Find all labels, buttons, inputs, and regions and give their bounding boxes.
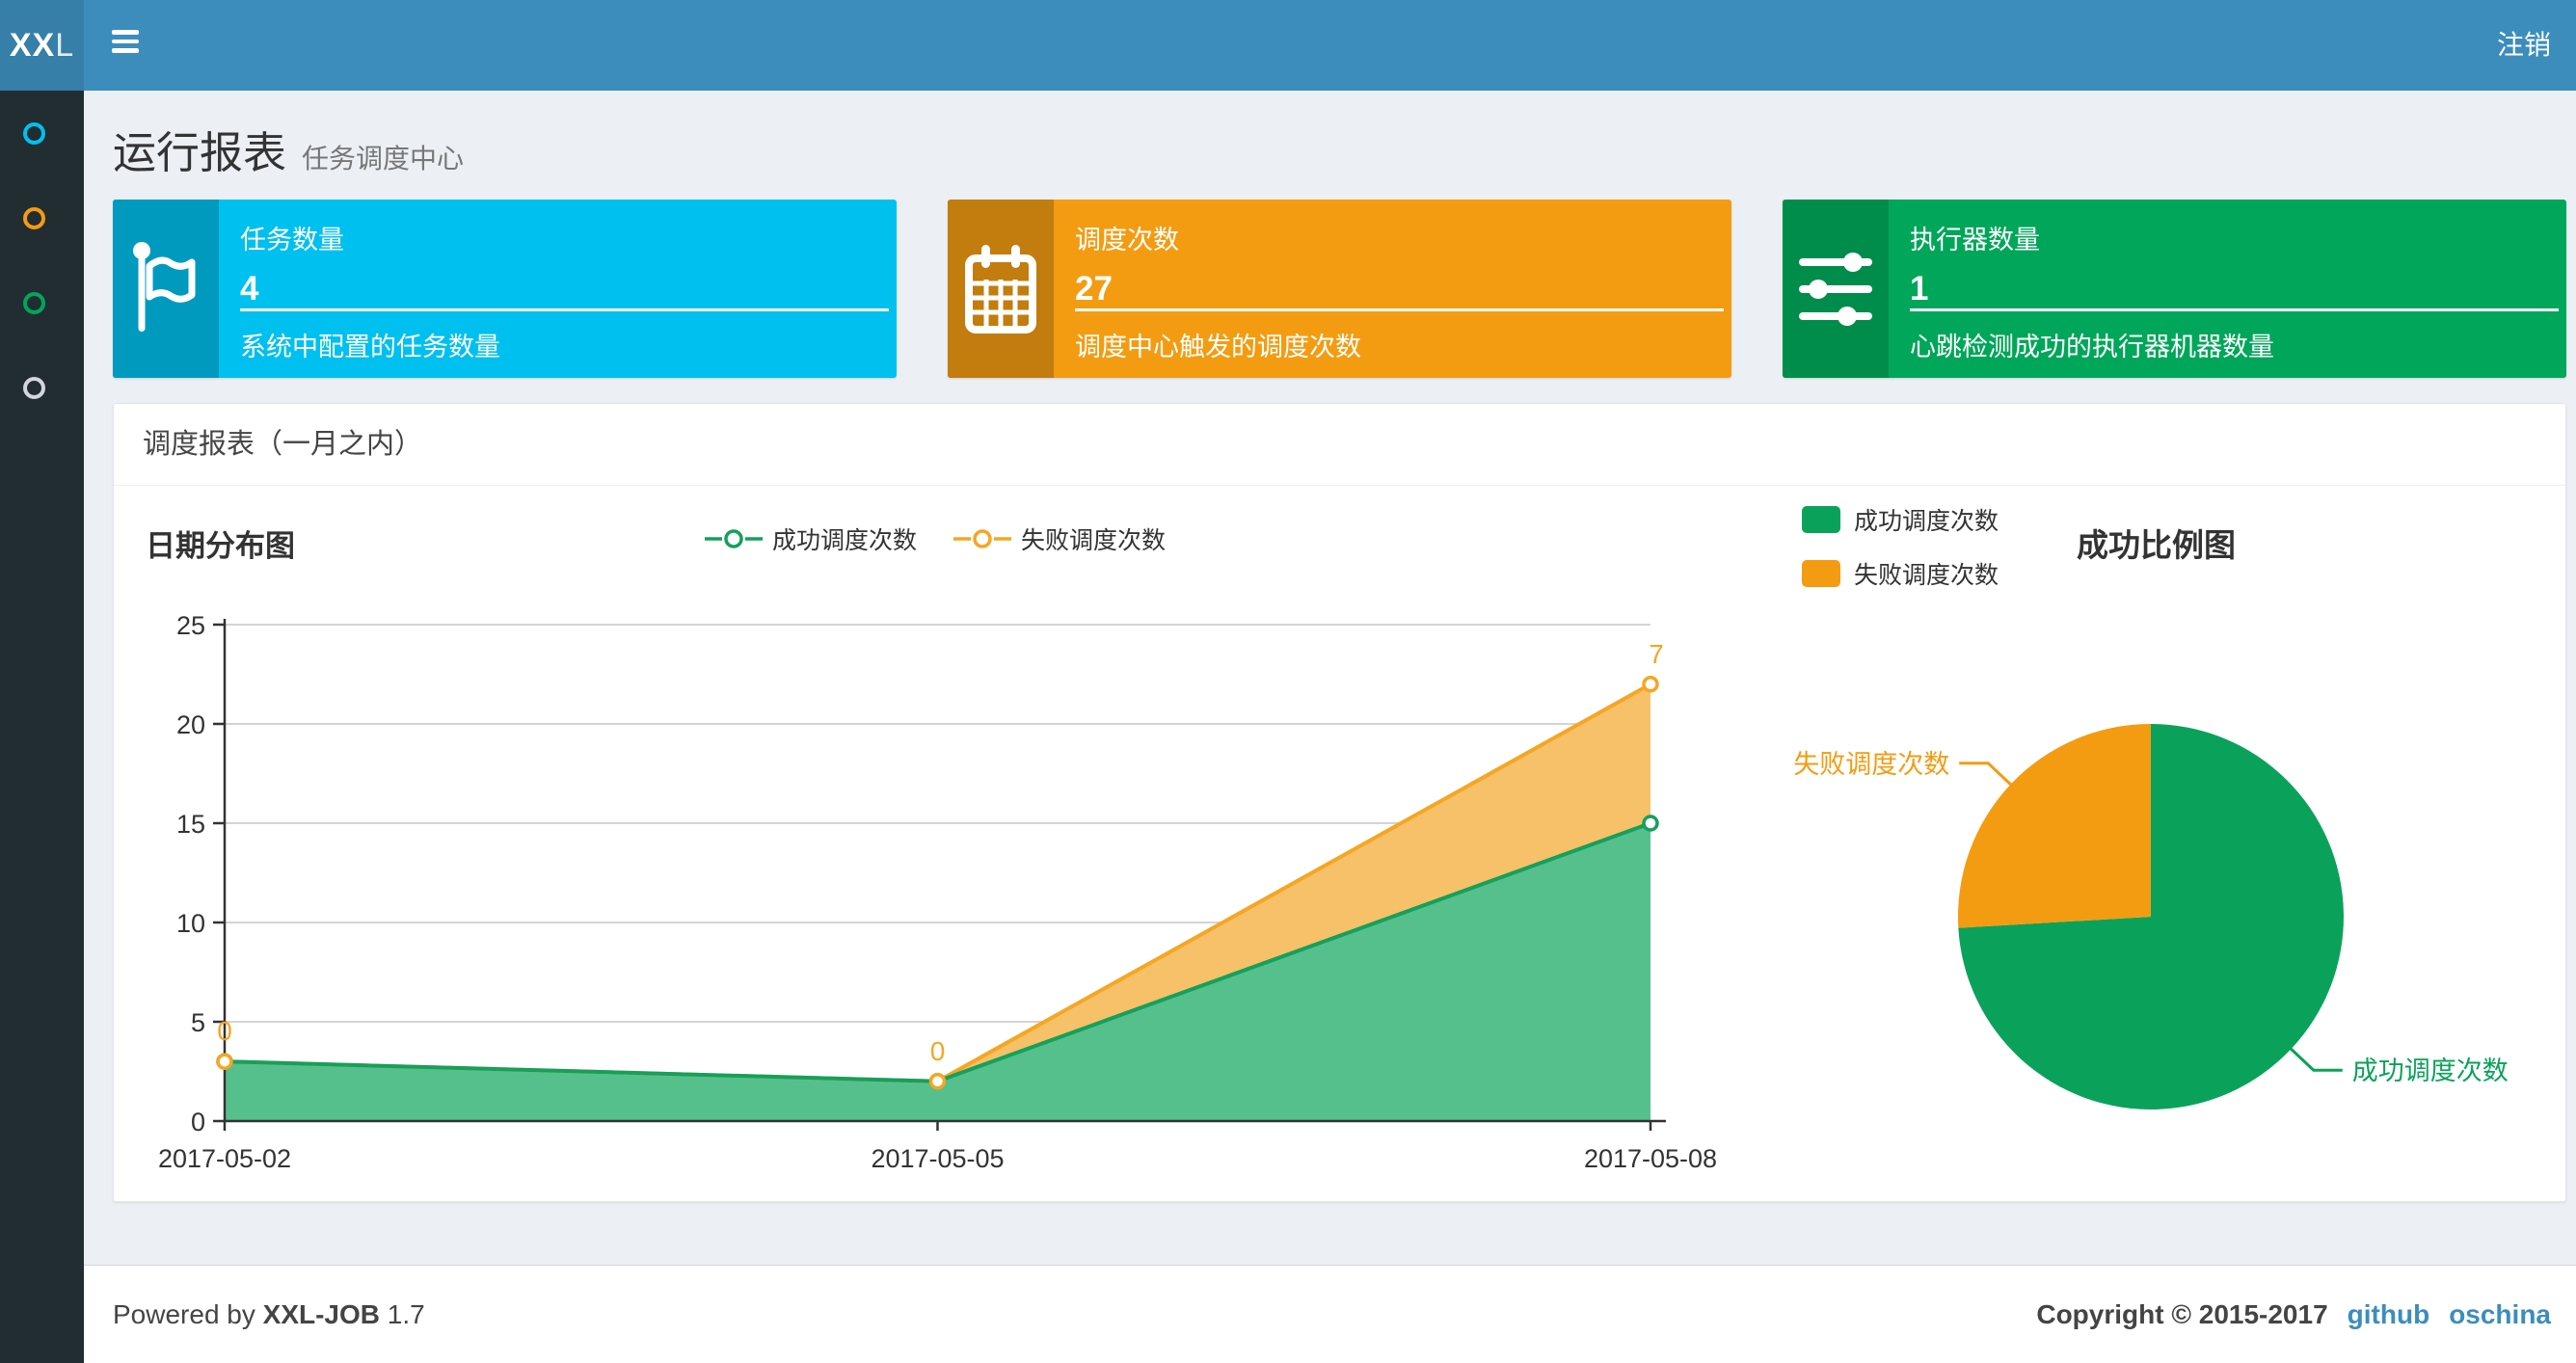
svg-text:2017-05-05: 2017-05-05 [871,1144,1004,1173]
line-series-marker-icon [953,529,1012,548]
page-subtitle: 任务调度中心 [302,144,465,174]
info-box-label: 任务数量 [240,226,344,254]
page-header: 运行报表 任务调度中心 [113,118,464,180]
divider [1910,308,2559,311]
powered-by-text: Powered by XXL-JOB 1.7 [113,1299,425,1329]
product-version: 1.7 [380,1299,425,1329]
pie-legend-fail[interactable]: 失败调度次数 [1802,556,1999,591]
app-logo[interactable]: XX L [0,0,84,91]
circle-o-icon [23,291,45,314]
line-chart-legend: 成功调度次数 失败调度次数 [705,521,1166,556]
svg-text:10: 10 [176,909,205,938]
github-link[interactable]: github [2348,1266,2430,1363]
calendar-icon [948,200,1054,378]
svg-text:20: 20 [176,710,205,739]
svg-text:15: 15 [176,810,205,839]
legend-swatch-icon [1802,506,1840,533]
divider [1075,308,1724,311]
svg-text:25: 25 [176,611,205,640]
line-chart-title: 日期分布图 [146,529,295,563]
legend-label: 成功调度次数 [1854,508,1999,535]
info-box-task-count: 任务数量 4 系统中配置的任务数量 [113,200,897,378]
info-box-dispatch-count: 调度次数 27 调度中心触发的调度次数 [948,200,1731,378]
legend-swatch-icon [1802,560,1840,587]
oschina-link[interactable]: oschina [2449,1266,2551,1363]
svg-text:5: 5 [191,1008,205,1037]
info-box-value: 1 [1910,270,1929,307]
svg-text:0: 0 [191,1108,205,1136]
info-box-description: 心跳检测成功的执行器机器数量 [1910,333,2274,361]
circle-o-icon [23,206,45,229]
line-series-marker-icon [705,529,763,548]
logo-light-text: L [55,26,75,64]
svg-text:0: 0 [930,1036,946,1066]
pie-legend-success[interactable]: 成功调度次数 [1802,502,1999,537]
main-content: 运行报表 任务调度中心 任务数量 4 系统中配置的任务数量 调度次数 27 调度… [84,91,2576,1265]
circle-o-icon [23,376,45,399]
main-footer: Powered by XXL-JOB 1.7 Copyright © 2015-… [84,1265,2576,1363]
legend-item-success[interactable]: 成功调度次数 [705,521,917,556]
svg-text:2017-05-02: 2017-05-02 [158,1144,291,1173]
sliders-icon [1783,200,1889,378]
sidebar-toggle-icon[interactable] [112,30,141,61]
circle-o-icon [23,121,45,145]
legend-label: 成功调度次数 [772,527,918,554]
svg-text:失败调度次数: 失败调度次数 [1793,750,1949,779]
legend-item-fail[interactable]: 失败调度次数 [953,521,1166,556]
info-box-description: 调度中心触发的调度次数 [1075,333,1361,361]
info-box-label: 执行器数量 [1910,226,2040,254]
legend-label: 失败调度次数 [1021,527,1167,554]
xxl-job-dashboard: XX L 注销 运行报表 任务调度中心 任务数量 4 系统中配置的任务数量 调度… [0,0,2576,1363]
logout-link[interactable]: 注销 [2497,0,2551,91]
pie-chart-legend: 成功调度次数 失败调度次数 [1802,502,1999,610]
svg-text:成功调度次数: 成功调度次数 [2352,1056,2509,1085]
dispatch-report-panel: 调度报表（一月之内） 0 5 10 15 20 25 2017-05-02 2017-05-0… [113,403,2566,1202]
sidebar [0,91,84,1363]
info-box-description: 系统中配置的任务数量 [240,333,500,361]
sidebar-item-2[interactable] [0,175,84,260]
info-box-value: 27 [1075,270,1113,307]
sidebar-item-4[interactable] [0,345,84,430]
svg-text:0: 0 [217,1016,232,1046]
copyright-text: Copyright © 2015-2017 [2036,1299,2328,1329]
info-box-label: 调度次数 [1075,226,1179,254]
page-title: 运行报表 [113,128,287,177]
divider [240,308,889,311]
sidebar-item-1[interactable] [0,91,84,175]
top-navbar: XX L 注销 [0,0,2576,91]
logo-bold-text: XX [9,26,56,64]
sidebar-item-3[interactable] [0,260,84,345]
flag-icon [113,200,219,378]
product-name: XXL-JOB [262,1299,380,1329]
svg-text:7: 7 [1649,639,1664,669]
svg-text:2017-05-08: 2017-05-08 [1584,1144,1717,1173]
info-box-executor-count: 执行器数量 1 心跳检测成功的执行器机器数量 [1783,200,2566,378]
legend-label: 失败调度次数 [1854,562,1999,589]
info-box-value: 4 [240,270,259,307]
pie-chart-title: 成功比例图 [2077,527,2236,563]
